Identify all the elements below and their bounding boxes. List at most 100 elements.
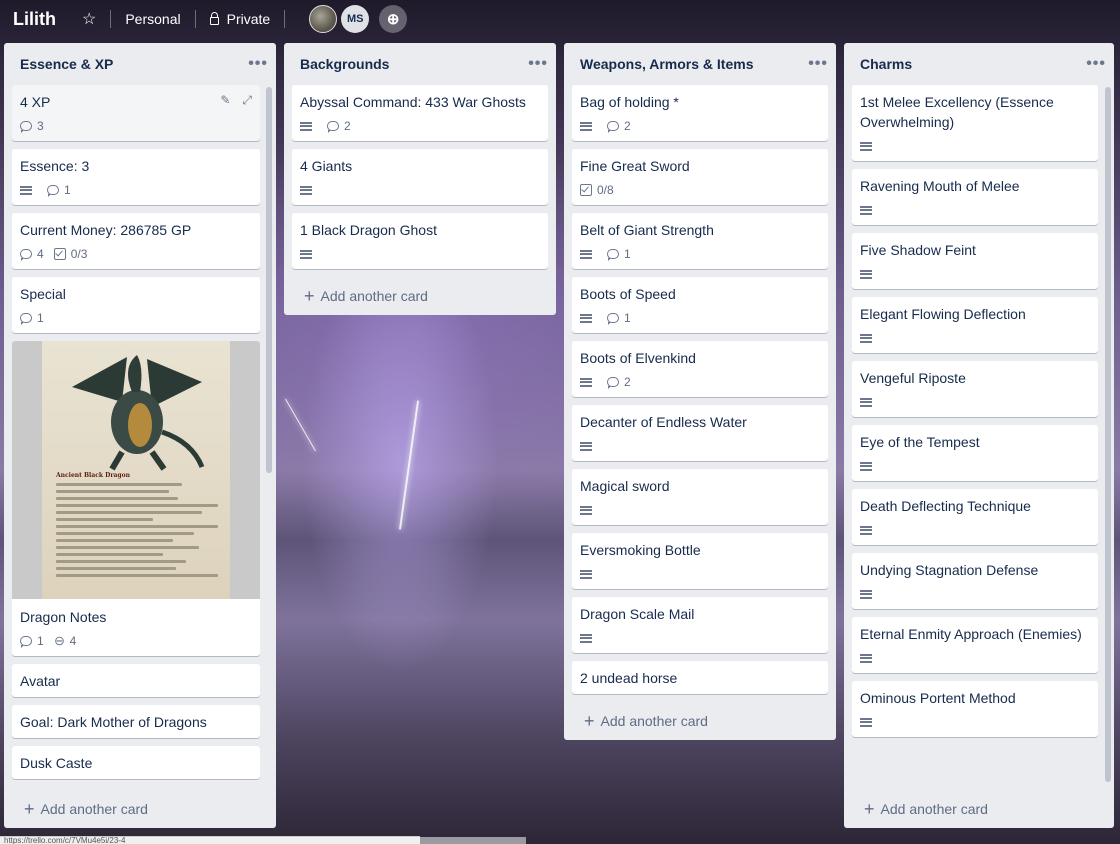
- card[interactable]: 2 undead horse: [572, 661, 828, 694]
- edit-icon[interactable]: ✎: [220, 93, 230, 108]
- badge-count: 1: [624, 311, 631, 325]
- add-card-button[interactable]: + Add another card: [284, 277, 556, 315]
- list-title[interactable]: Weapons, Armors & Items: [580, 56, 754, 72]
- card-title: Avatar: [20, 673, 61, 689]
- badge-count: 0/3: [70, 247, 88, 261]
- card-title: Abyssal Command: 433 War Ghosts: [300, 94, 526, 110]
- card-badges: [860, 457, 1090, 475]
- card[interactable]: Boots of Elvenkind 2: [572, 341, 828, 397]
- card-badges: 1: [20, 181, 252, 199]
- description-icon: [300, 121, 312, 131]
- star-button[interactable]: ☆: [74, 4, 104, 34]
- description-icon: [860, 141, 872, 151]
- badge-count: 1: [37, 311, 44, 325]
- card-list: Bag of holding * 2 Fine Great Sword 0/8 …: [564, 85, 836, 702]
- card[interactable]: Dragon Scale Mail: [572, 597, 828, 653]
- comments-badge: 2: [327, 119, 351, 133]
- expand-icon[interactable]: ⤢: [242, 93, 252, 108]
- card-title: Boots of Elvenkind: [580, 350, 696, 366]
- card[interactable]: 1st Melee Excellency (Essence Overwhelmi…: [852, 85, 1098, 161]
- card[interactable]: Belt of Giant Strength 1: [572, 213, 828, 269]
- member-avatars: MS ⊕: [309, 5, 411, 33]
- card[interactable]: Undying Stagnation Defense: [852, 553, 1098, 609]
- card[interactable]: Current Money: 286785 GP 4 0/3: [12, 213, 260, 269]
- add-card-button[interactable]: + Add another card: [564, 702, 836, 740]
- card[interactable]: 4 Giants: [292, 149, 548, 205]
- board-title[interactable]: Lilith: [13, 9, 56, 30]
- badge-count: 4: [37, 247, 44, 261]
- card-title: Eternal Enmity Approach (Enemies): [860, 626, 1082, 642]
- card-title: 2 undead horse: [580, 670, 678, 686]
- header-divider: [284, 10, 286, 28]
- card-badges: 1: [580, 309, 820, 327]
- comments-badge: 2: [607, 375, 631, 389]
- visibility-button[interactable]: Private: [202, 4, 279, 34]
- card[interactable]: Death Deflecting Technique: [852, 489, 1098, 545]
- list-header: Charms •••: [844, 43, 1114, 85]
- card[interactable]: Fine Great Sword 0/8: [572, 149, 828, 205]
- comments-badge: 1: [47, 183, 71, 197]
- card[interactable]: Ancient Black Dragon Dragon Notes 1 ⊘ 4: [12, 341, 260, 656]
- add-member-icon[interactable]: ⊕: [379, 5, 408, 33]
- team-button[interactable]: Personal: [117, 4, 188, 34]
- card[interactable]: Decanter of Endless Water: [572, 405, 828, 461]
- comment-icon: [20, 121, 32, 133]
- description-badge: [580, 633, 597, 643]
- card[interactable]: Elegant Flowing Deflection: [852, 297, 1098, 353]
- list-menu-icon[interactable]: •••: [808, 55, 828, 73]
- comments-badge: 1: [20, 311, 44, 325]
- card[interactable]: Bag of holding * 2: [572, 85, 828, 141]
- card[interactable]: Magical sword: [572, 469, 828, 525]
- card-title: Dragon Scale Mail: [580, 606, 695, 622]
- list-title[interactable]: Backgrounds: [300, 56, 389, 72]
- horizontal-scrollbar[interactable]: [420, 837, 526, 844]
- scrollbar[interactable]: [1105, 87, 1111, 782]
- description-badge: [580, 121, 597, 131]
- card-title: Dusk Caste: [20, 755, 93, 771]
- card[interactable]: Essence: 3 1: [12, 149, 260, 205]
- card[interactable]: Boots of Speed 1: [572, 277, 828, 333]
- card[interactable]: Vengeful Riposte: [852, 361, 1098, 417]
- card[interactable]: Ominous Portent Method: [852, 681, 1098, 737]
- scrollbar[interactable]: [266, 87, 272, 473]
- list-menu-icon[interactable]: •••: [1086, 55, 1106, 73]
- card[interactable]: Special 1: [12, 277, 260, 333]
- description-icon: [20, 185, 32, 195]
- badge-count: 1: [64, 183, 71, 197]
- card[interactable]: Avatar: [12, 664, 260, 697]
- dragon-illustration: [72, 355, 205, 471]
- list-menu-icon[interactable]: •••: [528, 55, 548, 73]
- card[interactable]: Ravening Mouth of Melee: [852, 169, 1098, 225]
- description-badge: [860, 397, 877, 407]
- paperclip-icon: ⊘: [50, 631, 69, 650]
- card[interactable]: 1 Black Dragon Ghost: [292, 213, 548, 269]
- description-badge: [580, 377, 597, 387]
- list-menu-icon[interactable]: •••: [248, 55, 268, 73]
- comment-icon: [607, 377, 619, 389]
- card-badges: [860, 329, 1090, 347]
- plus-icon: +: [584, 710, 595, 731]
- card-cover-image: Ancient Black Dragon: [12, 341, 260, 599]
- list-title[interactable]: Charms: [860, 56, 912, 72]
- card-tools: ✎ ⤢: [220, 93, 252, 108]
- card[interactable]: Five Shadow Feint: [852, 233, 1098, 289]
- card[interactable]: Dusk Caste: [12, 746, 260, 779]
- card[interactable]: Eternal Enmity Approach (Enemies): [852, 617, 1098, 673]
- add-card-button[interactable]: + Add another card: [4, 790, 276, 828]
- add-card-button[interactable]: + Add another card: [844, 790, 1114, 828]
- checklist-badge: 0/8: [580, 183, 614, 197]
- description-icon: [580, 313, 592, 323]
- description-icon: [860, 269, 872, 279]
- card[interactable]: 4 XP ✎ ⤢ 3: [12, 85, 260, 141]
- card[interactable]: Eye of the Tempest: [852, 425, 1098, 481]
- card[interactable]: Eversmoking Bottle: [572, 533, 828, 589]
- avatar[interactable]: [309, 5, 338, 33]
- list-title[interactable]: Essence & XP: [20, 56, 113, 72]
- card[interactable]: Goal: Dark Mother of Dragons: [12, 705, 260, 738]
- card-badges: [860, 137, 1090, 155]
- avatar[interactable]: MS: [341, 5, 370, 33]
- card-title: Dragon Notes: [20, 609, 107, 625]
- card-title: Decanter of Endless Water: [580, 414, 747, 430]
- card[interactable]: Abyssal Command: 433 War Ghosts 2: [292, 85, 548, 141]
- badge-count: 2: [624, 375, 631, 389]
